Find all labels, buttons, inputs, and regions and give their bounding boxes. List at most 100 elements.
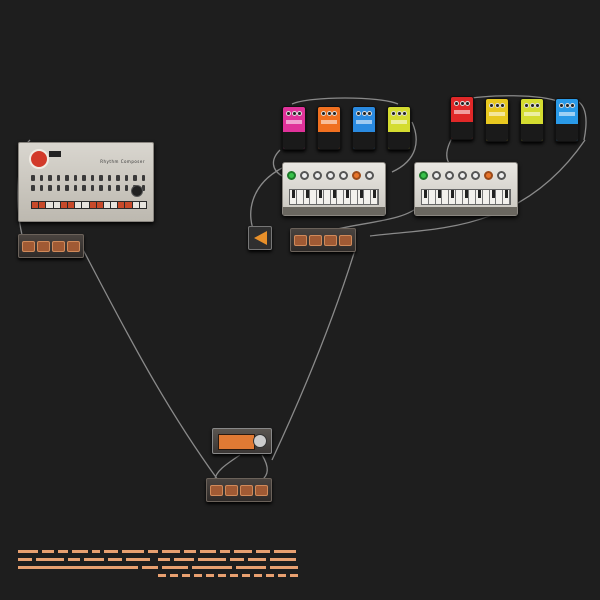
step-buttons[interactable] xyxy=(31,201,147,209)
cable xyxy=(261,454,268,481)
synth-knobs[interactable] xyxy=(287,166,381,184)
sequencer-note[interactable] xyxy=(194,574,202,577)
sequencer-note[interactable] xyxy=(254,574,262,577)
stomp-pedal[interactable] xyxy=(282,106,306,150)
sequencer-note[interactable] xyxy=(270,558,296,561)
footswitch[interactable] xyxy=(388,132,410,149)
sequencer-note[interactable] xyxy=(36,558,64,561)
footswitch[interactable] xyxy=(283,132,305,149)
footswitch[interactable] xyxy=(451,122,473,139)
cable xyxy=(459,95,561,103)
pedal-knobs[interactable] xyxy=(524,103,540,109)
sequencer-note[interactable] xyxy=(58,550,68,553)
sequencer-note[interactable] xyxy=(18,558,32,561)
knob-row[interactable] xyxy=(31,175,145,181)
stomp-pedal[interactable] xyxy=(485,98,509,142)
sequencer-note[interactable] xyxy=(104,550,118,553)
sequencer-note[interactable] xyxy=(242,574,250,577)
sequencer-note[interactable] xyxy=(182,574,190,577)
sequencer-note[interactable] xyxy=(92,550,100,553)
brand-logo-icon xyxy=(29,149,49,169)
sequencer-note[interactable] xyxy=(162,566,188,569)
mixer-module[interactable] xyxy=(18,234,84,258)
footswitch[interactable] xyxy=(318,132,340,149)
mixer-module[interactable] xyxy=(206,478,272,502)
sequencer-strip[interactable] xyxy=(18,548,298,582)
sequencer-note[interactable] xyxy=(220,550,230,553)
volume-knob[interactable] xyxy=(131,185,143,197)
sequencer-note[interactable] xyxy=(218,574,226,577)
sequencer-note[interactable] xyxy=(236,566,266,569)
arrow-module[interactable] xyxy=(248,226,272,250)
sequencer-note[interactable] xyxy=(126,558,150,561)
sequencer-note[interactable] xyxy=(200,550,216,553)
footswitch[interactable] xyxy=(556,124,578,141)
sequencer-note[interactable] xyxy=(72,550,88,553)
stomp-pedal[interactable] xyxy=(387,106,411,150)
stomp-pedal[interactable] xyxy=(450,96,474,140)
sequencer-note[interactable] xyxy=(234,550,252,553)
play-left-icon xyxy=(254,231,267,245)
sequencer-note[interactable] xyxy=(108,558,122,561)
sequencer-note[interactable] xyxy=(18,550,38,553)
footswitch[interactable] xyxy=(353,132,375,149)
sequencer-note[interactable] xyxy=(266,574,274,577)
stomp-pedal[interactable] xyxy=(520,98,544,142)
sequencer-note[interactable] xyxy=(68,558,80,561)
sequencer-note[interactable] xyxy=(230,574,238,577)
sequencer-note[interactable] xyxy=(278,574,286,577)
cable xyxy=(77,239,219,481)
synth-keyboard[interactable] xyxy=(421,189,511,205)
sequencer-note[interactable] xyxy=(84,558,104,561)
knob-row[interactable] xyxy=(31,185,145,191)
footswitch[interactable] xyxy=(521,124,543,141)
drum-machine-model: Rhythm Composer xyxy=(100,159,145,164)
sequencer-note[interactable] xyxy=(158,558,170,561)
brand-plate xyxy=(49,151,61,157)
pedal-knobs[interactable] xyxy=(489,103,505,109)
synth-knobs[interactable] xyxy=(419,166,513,184)
pedal-knobs[interactable] xyxy=(321,111,337,117)
stomp-pedal[interactable] xyxy=(317,106,341,150)
sequencer-note[interactable] xyxy=(198,558,226,561)
bass-synth-1[interactable] xyxy=(282,162,386,216)
stomp-pedal[interactable] xyxy=(352,106,376,150)
sequencer-note[interactable] xyxy=(274,550,296,553)
sequencer-note[interactable] xyxy=(290,574,298,577)
drum-machine[interactable]: Rhythm Composer xyxy=(18,142,154,222)
sequencer-note[interactable] xyxy=(148,550,158,553)
sequencer-note[interactable] xyxy=(122,550,144,553)
sequencer-note[interactable] xyxy=(158,574,166,577)
amp-knob[interactable] xyxy=(253,434,267,448)
rack-canvas[interactable]: Rhythm Composer xyxy=(0,0,600,600)
mixer-module[interactable] xyxy=(290,228,356,252)
sequencer-note[interactable] xyxy=(170,574,178,577)
synth-keyboard[interactable] xyxy=(289,189,379,205)
sequencer-note[interactable] xyxy=(42,550,54,553)
sequencer-note[interactable] xyxy=(230,558,244,561)
pedal-knobs[interactable] xyxy=(391,111,407,117)
amp-module[interactable] xyxy=(212,428,272,454)
pedal-knobs[interactable] xyxy=(286,111,302,117)
stomp-pedal[interactable] xyxy=(555,98,579,142)
cable xyxy=(272,149,283,177)
pedal-knobs[interactable] xyxy=(454,101,470,107)
sequencer-note[interactable] xyxy=(174,558,194,561)
amp-display xyxy=(218,434,255,450)
sequencer-note[interactable] xyxy=(206,574,214,577)
sequencer-note[interactable] xyxy=(162,550,180,553)
sequencer-note[interactable] xyxy=(192,566,232,569)
cable xyxy=(291,97,399,105)
sequencer-note[interactable] xyxy=(256,550,270,553)
sequencer-note[interactable] xyxy=(142,566,158,569)
pedal-knobs[interactable] xyxy=(559,103,575,109)
sequencer-note[interactable] xyxy=(248,558,266,561)
patch-cables xyxy=(17,95,587,481)
sequencer-note[interactable] xyxy=(184,550,196,553)
sequencer-note[interactable] xyxy=(270,566,298,569)
pedal-knobs[interactable] xyxy=(356,111,372,117)
sequencer-note[interactable] xyxy=(18,566,138,569)
cable xyxy=(214,454,241,481)
bass-synth-2[interactable] xyxy=(414,162,518,216)
footswitch[interactable] xyxy=(486,124,508,141)
